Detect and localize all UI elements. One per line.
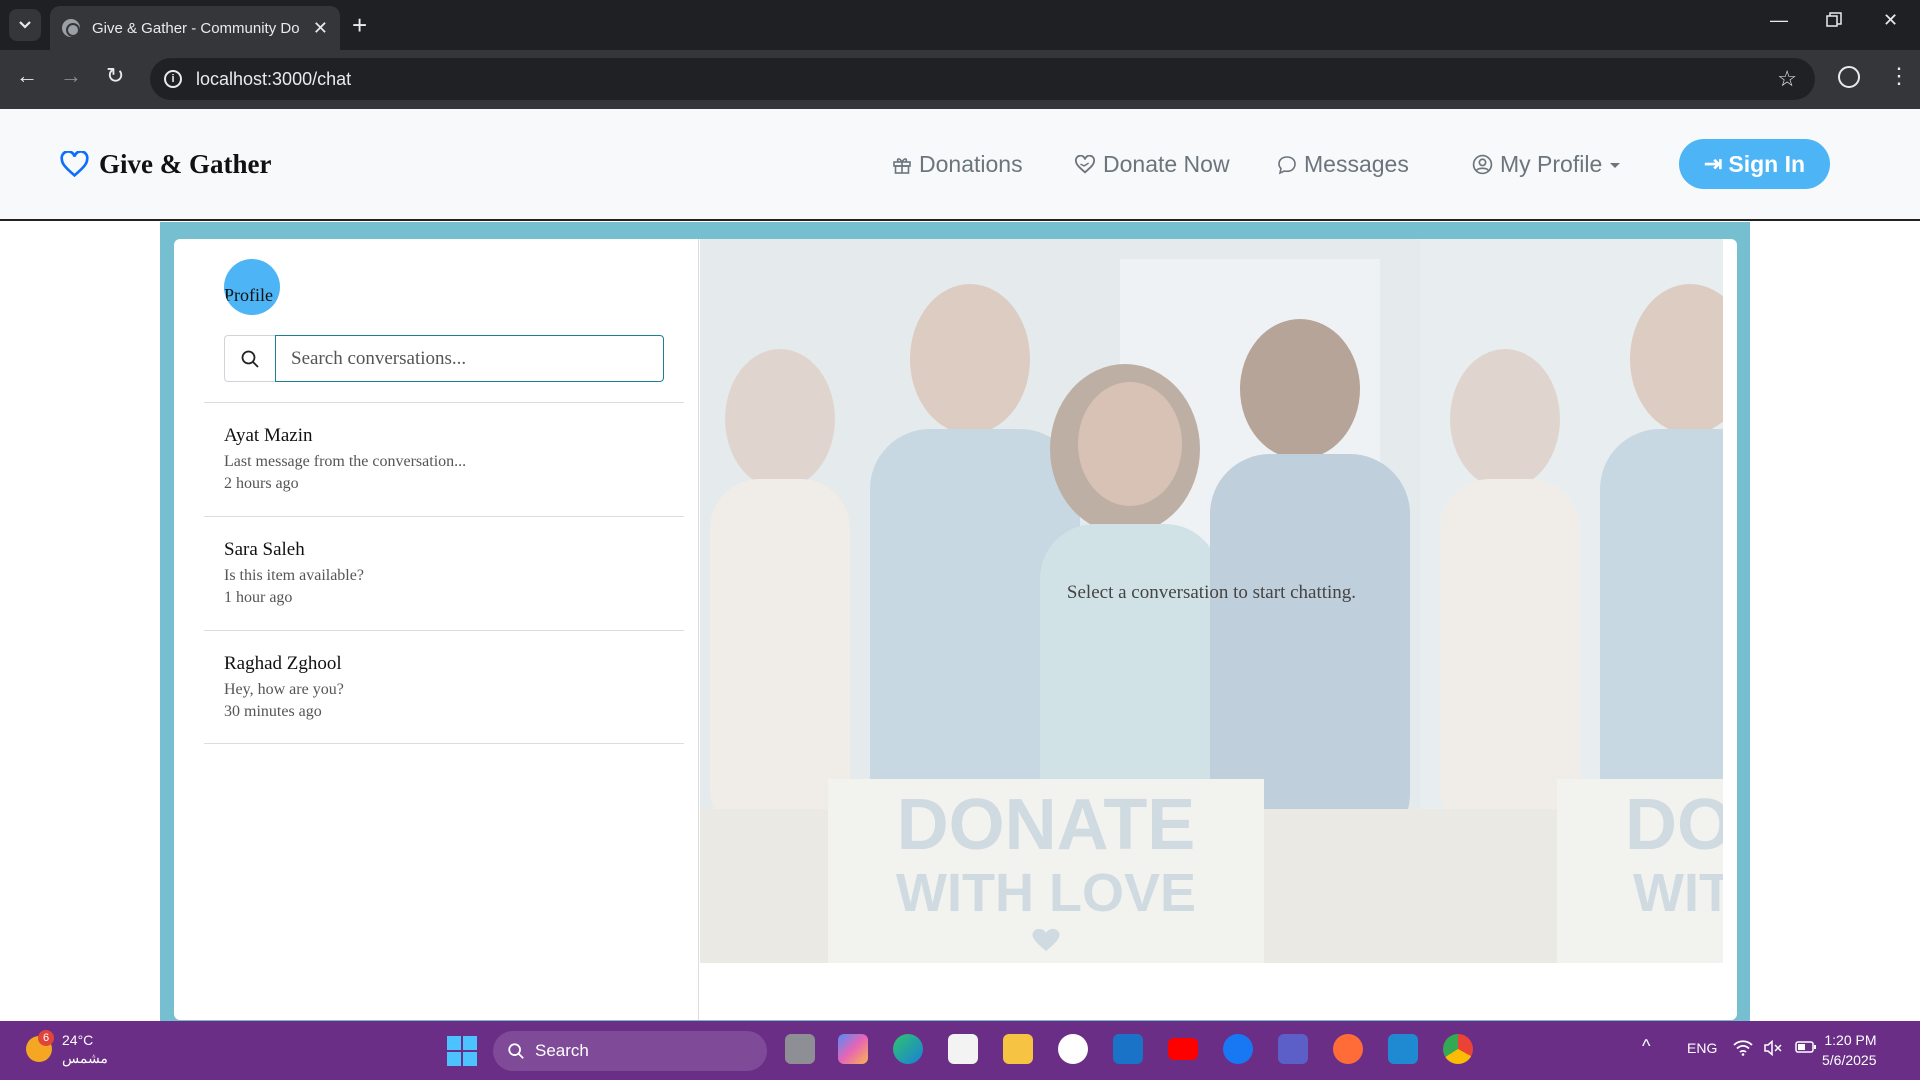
globe-icon (62, 19, 80, 37)
clock-date: 5/6/2025 (1822, 1052, 1877, 1068)
caret-down-icon (1610, 162, 1621, 168)
account-icon[interactable] (1838, 66, 1860, 88)
language-indicator[interactable]: ENG (1687, 1040, 1717, 1056)
search-icon[interactable] (224, 335, 275, 382)
reload-icon[interactable]: ↻ (106, 63, 124, 89)
weather-widget[interactable]: 6 24°C مشمس (26, 1030, 108, 1067)
taskbar-search-label: Search (535, 1041, 589, 1060)
sign-in-icon: ⇥ (1703, 151, 1723, 176)
empty-chat-message: Select a conversation to start chatting. (1066, 582, 1357, 603)
brand[interactable]: Give & Gather (60, 149, 271, 180)
conversation-item[interactable]: Raghad Zghool Hey, how are you? 30 minut… (204, 630, 684, 744)
url-text[interactable]: localhost:3000/chat (196, 69, 351, 90)
conversation-search (224, 335, 664, 382)
conversation-name: Raghad Zghool (224, 653, 342, 674)
chrome-icon[interactable] (1443, 1034, 1473, 1064)
conversation-list: Ayat Mazin Last message from the convers… (204, 402, 684, 744)
file-explorer-icon[interactable] (1003, 1034, 1033, 1064)
nav-donate-now-label: Donate Now (1103, 151, 1230, 177)
chevron-down-icon (19, 21, 31, 29)
nav-donations-label: Donations (919, 151, 1023, 177)
tab-search-button[interactable] (9, 9, 41, 41)
weather-badge: 6 (38, 1030, 54, 1046)
volume-muted-icon[interactable] (1763, 1039, 1783, 1059)
nav-messages-label: Messages (1304, 151, 1409, 177)
avatar[interactable]: Profile (224, 259, 280, 315)
search-icon (508, 1043, 524, 1059)
nav-my-profile-label: My Profile (1500, 151, 1603, 177)
store-icon[interactable] (948, 1034, 978, 1064)
task-view-icon[interactable] (785, 1034, 815, 1064)
user-circle-icon (1472, 154, 1493, 175)
search-input[interactable] (275, 335, 664, 382)
conversation-last-message: Is this item available? (224, 567, 364, 584)
conversation-last-message: Last message from the conversation... (224, 453, 467, 470)
copilot-icon[interactable] (838, 1034, 868, 1064)
close-window-icon[interactable]: ✕ (1883, 10, 1898, 31)
clock-time: 1:20 PM (1824, 1032, 1877, 1048)
conversation-item[interactable]: Sara Saleh Is this item available? 1 hou… (204, 516, 684, 630)
sun-icon: 6 (26, 1030, 54, 1062)
forward-icon[interactable]: → (60, 63, 82, 89)
restore-icon[interactable] (1826, 12, 1842, 33)
tab-title: Give & Gather - Community Do (92, 19, 300, 37)
edge-icon[interactable] (893, 1034, 923, 1064)
vscode-icon[interactable] (1388, 1034, 1418, 1064)
conversation-last-message: Hey, how are you? (224, 681, 344, 698)
nav-donations[interactable]: Donations (892, 151, 1023, 178)
minimize-icon[interactable]: — (1770, 10, 1788, 31)
conversation-item[interactable]: Ayat Mazin Last message from the convers… (204, 402, 684, 516)
browser-menu-icon[interactable]: ⋮ (1888, 62, 1910, 90)
taskbar-clock[interactable]: 1:20 PM 5/6/2025 (1822, 1030, 1877, 1070)
sign-in-button[interactable]: ⇥ Sign In (1679, 139, 1830, 189)
browser-tab[interactable]: Give & Gather - Community Do ✕ (50, 6, 340, 50)
chat-bubble-icon (1278, 155, 1296, 174)
browser-tab-bar: Give & Gather - Community Do ✕ + — ✕ (0, 0, 1920, 50)
conversation-time: 2 hours ago (224, 475, 299, 492)
site-info-icon[interactable]: i (164, 70, 182, 88)
conversation-name: Sara Saleh (224, 539, 305, 560)
chat-main-panel: DONATE WITH LOVE DO WIT Select a convers… (700, 239, 1723, 963)
sign-in-label: Sign In (1728, 150, 1806, 177)
nav-messages[interactable]: Messages (1277, 151, 1409, 178)
conversation-name: Ayat Mazin (224, 425, 313, 446)
weather-desc: مشمس (62, 1050, 108, 1066)
gift-icon (893, 157, 911, 174)
avatar-alt-text: Profile (224, 285, 273, 305)
nav-donate-now[interactable]: Donate Now (1074, 151, 1230, 178)
weather-temp: 24°C (62, 1032, 94, 1048)
conversation-time: 1 hour ago (224, 589, 293, 606)
heart-hand-icon (1074, 154, 1096, 173)
wifi-icon[interactable] (1733, 1040, 1753, 1059)
heart-icon (60, 151, 89, 178)
windows-start-icon[interactable] (447, 1036, 477, 1066)
tray-chevron-up-icon[interactable]: ^ (1642, 1036, 1650, 1057)
whatsapp-icon[interactable] (1058, 1034, 1088, 1064)
back-icon[interactable]: ← (16, 63, 38, 89)
bookmark-star-icon[interactable]: ☆ (1777, 66, 1797, 92)
teams-icon[interactable] (1278, 1034, 1308, 1064)
outlook-icon[interactable] (1113, 1034, 1143, 1064)
omnibox[interactable]: i localhost:3000/chat ☆ (150, 58, 1815, 100)
postman-icon[interactable] (1333, 1034, 1363, 1064)
taskbar-search[interactable]: Search (493, 1031, 767, 1071)
close-tab-icon[interactable]: ✕ (313, 18, 328, 39)
brand-name: Give & Gather (99, 149, 272, 179)
app-navbar: Give & Gather Donations Donate Now Messa… (0, 109, 1920, 221)
youtube-icon[interactable] (1168, 1038, 1198, 1060)
facebook-icon[interactable] (1223, 1034, 1253, 1064)
battery-icon[interactable] (1795, 1040, 1817, 1057)
nav-my-profile[interactable]: My Profile (1472, 151, 1629, 178)
conversation-time: 30 minutes ago (224, 703, 322, 720)
new-tab-icon[interactable]: + (352, 10, 367, 40)
